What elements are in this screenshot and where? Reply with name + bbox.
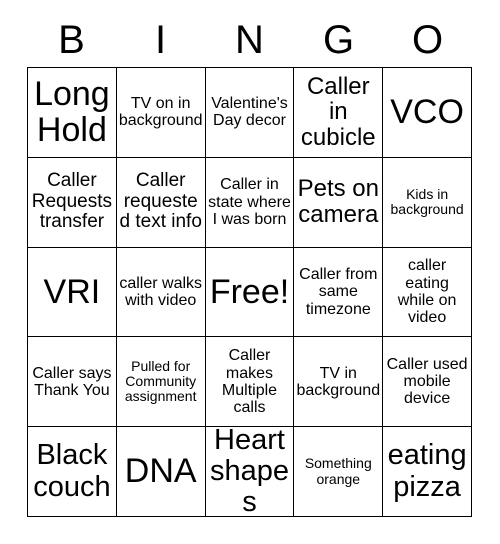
bingo-cell-label: Kids in background (390, 186, 464, 218)
bingo-cell[interactable]: Caller in state where I was born (205, 157, 295, 248)
bingo-cell-label: Caller says Thank You (32, 364, 112, 399)
bingo-cell-label: caller walks with video (119, 274, 203, 309)
bingo-cell[interactable]: TV in background (294, 337, 384, 428)
bingo-cell[interactable]: caller eating while on video (383, 247, 472, 338)
bingo-cell[interactable]: TV on in background (116, 68, 206, 158)
bingo-cell[interactable]: Pets on camera (294, 157, 384, 248)
bingo-cell-label: Pets on camera (297, 175, 379, 229)
bingo-cell[interactable]: Valentine's Day decor (205, 68, 295, 158)
bingo-cell-label: Free! (209, 272, 290, 311)
bingo-cell-label: Caller Requests transfer (31, 170, 113, 233)
bingo-cell[interactable]: Caller requested text info (116, 157, 206, 248)
bingo-cell[interactable]: Black couch (28, 427, 117, 517)
bingo-cell[interactable]: Caller Requests transfer (28, 157, 117, 248)
header-letter-b: B (58, 18, 85, 62)
bingo-cell[interactable]: DNA (116, 427, 206, 517)
bingo-cell-label: Caller requested text info (119, 170, 202, 233)
bingo-cell-free[interactable]: Free! (205, 247, 295, 338)
bingo-cell[interactable]: Kids in background (383, 157, 472, 248)
bingo-cell-label: Pulled for Community assignment (124, 358, 197, 405)
bingo-cell-label: VRI (43, 272, 101, 311)
bingo-cell-label: VCO (390, 93, 464, 132)
header-letter-g: G (322, 18, 355, 62)
bingo-cell-label: Caller makes Multiple calls (221, 347, 278, 417)
bingo-cell[interactable]: caller walks with video (116, 247, 206, 338)
bingo-cell[interactable]: Long Hold (28, 68, 117, 158)
bingo-cell-label: Long Hold (34, 74, 110, 150)
bingo-cell-label: Caller from same timezone (299, 266, 378, 318)
bingo-cell-label: Heart shapes (209, 427, 289, 517)
bingo-cell[interactable]: eating pizza (383, 427, 472, 517)
bingo-header: B I N G O (27, 16, 472, 64)
bingo-cell-label: TV in background (296, 364, 381, 399)
bingo-grid: Long Hold TV on in background Valentine'… (27, 67, 472, 517)
bingo-cell[interactable]: VCO (383, 68, 472, 158)
bingo-cell[interactable]: VRI (28, 247, 117, 338)
bingo-cell-label: Valentine's Day decor (211, 95, 288, 130)
bingo-cell[interactable]: Something orange (294, 427, 384, 517)
bingo-cell-label: Black couch (33, 439, 111, 503)
bingo-cell[interactable]: Caller makes Multiple calls (205, 337, 295, 428)
bingo-cell[interactable]: Caller from same timezone (294, 247, 384, 338)
bingo-card: B I N G O Long Hold TV on in background … (0, 0, 500, 544)
bingo-cell[interactable]: Caller in cubicle (294, 68, 384, 158)
bingo-cell[interactable]: Pulled for Community assignment (116, 337, 206, 428)
bingo-cell-label: Caller in state where I was born (208, 176, 291, 228)
header-letter-o: O (411, 18, 444, 62)
bingo-cell-label: Caller in cubicle (300, 72, 376, 152)
bingo-cell-label: DNA (124, 452, 197, 491)
bingo-cell[interactable]: Caller used mobile device (383, 337, 472, 428)
bingo-cell-label: caller eating while on video (397, 257, 457, 327)
bingo-cell-label: Caller used mobile device (386, 355, 468, 408)
bingo-cell-label: Something orange (304, 455, 372, 487)
bingo-cell-label: TV on in background (118, 95, 203, 130)
bingo-cell[interactable]: Heart shapes (205, 427, 295, 517)
bingo-cell-label: eating pizza (387, 439, 467, 503)
header-letter-i: I (154, 18, 167, 62)
bingo-cell[interactable]: Caller says Thank You (28, 337, 117, 428)
header-letter-n: N (235, 18, 264, 62)
